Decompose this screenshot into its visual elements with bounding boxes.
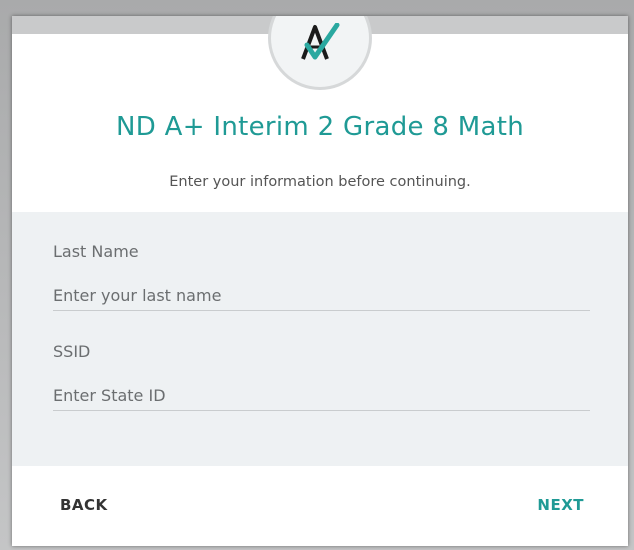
last-name-label: Last Name [53,242,139,261]
ssid-input[interactable] [53,380,590,411]
a-plus-check-logo-icon [301,23,340,60]
form-section: Last Name SSID [12,212,628,466]
page-subtitle: Enter your information before continuing… [169,174,471,190]
back-button[interactable]: BACK [60,496,108,514]
ssid-label: SSID [53,342,91,361]
login-card: ND A+ Interim 2 Grade 8 Math Enter your … [12,16,628,546]
window-frame: ND A+ Interim 2 Grade 8 Math Enter your … [0,0,634,550]
page-title: ND A+ Interim 2 Grade 8 Math [116,112,524,142]
last-name-input[interactable] [53,280,590,311]
logo-badge [268,16,372,90]
next-button[interactable]: NEXT [537,496,584,514]
